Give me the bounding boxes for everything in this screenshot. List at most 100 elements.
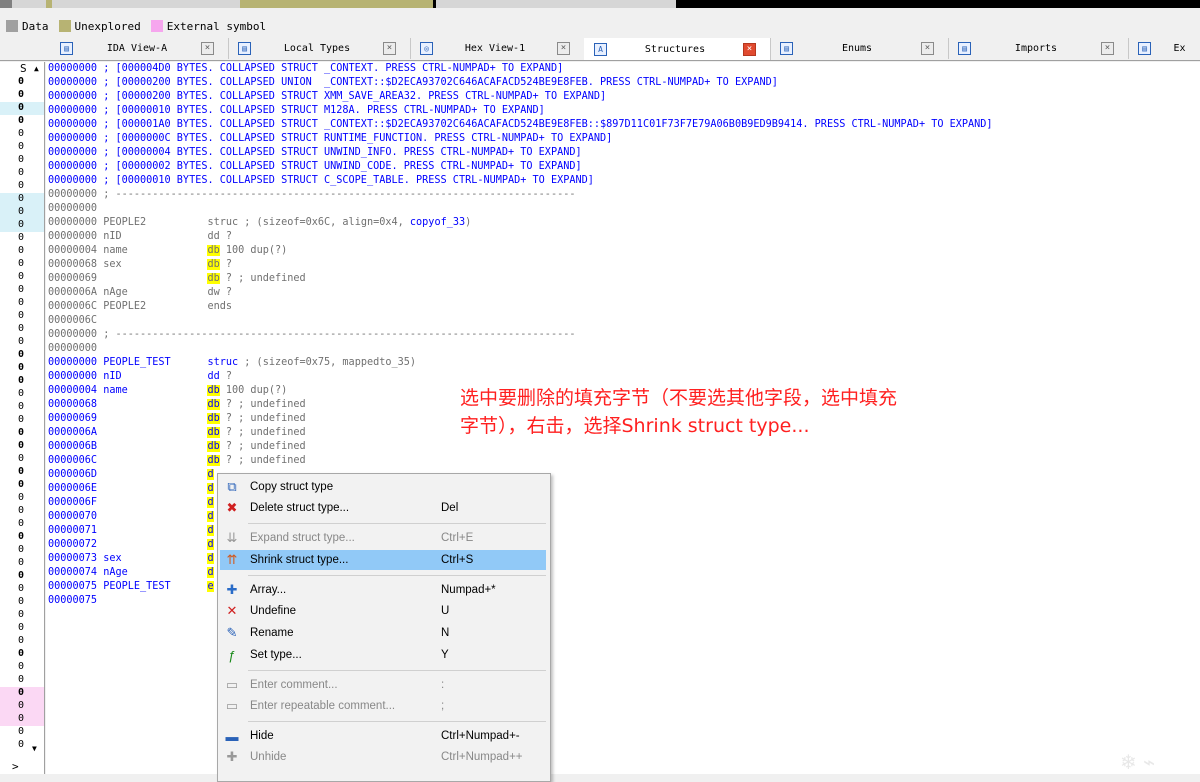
struct-member-line[interactable]: 00000004 name db 100 dup(?) [48,244,287,258]
struct-member-line[interactable]: 00000068 db ? ; undefined [48,398,306,412]
struct-member-line[interactable]: 00000075 [48,594,207,608]
segment-row[interactable]: 0 [0,115,44,128]
menu-item-rename[interactable]: ✎ Rename N [220,623,546,643]
collapsed-struct-line[interactable]: 00000000 ; [00000200 BYTES. COLLAPSED UN… [48,76,778,90]
segment-row[interactable]: 0 [0,518,44,531]
collapsed-struct-line[interactable]: 00000000 ; [000004D0 BYTES. COLLAPSED ST… [48,62,563,76]
collapsed-struct-line[interactable]: 00000000 ; [00000004 BYTES. COLLAPSED ST… [48,146,582,160]
tab-close-icon[interactable]: × [383,42,396,55]
menu-item-shrink-struct-type[interactable]: ⇈ Shrink struct type... Ctrl+S [220,550,546,570]
segment-row[interactable]: 0 [0,713,44,726]
menu-item-array[interactable]: ✚ Array... Numpad+* [220,580,546,600]
struct-member-line[interactable]: 00000073 sex d [48,552,214,566]
segment-row[interactable]: 0 [0,323,44,336]
segments-panel[interactable]: S 00000000000000000000000000000000000000… [0,62,45,774]
collapsed-struct-line[interactable]: 00000000 ; [00000200 BYTES. COLLAPSED ST… [48,90,606,104]
segment-row[interactable]: 0 [0,440,44,453]
segment-row[interactable]: 0 [0,284,44,297]
menu-item-copy-struct-type[interactable]: ⧉ Copy struct type [220,477,546,497]
menu-item-delete-struct-type[interactable]: ✖ Delete struct type... Del [220,498,546,518]
struct-member-line[interactable]: 0000006C PEOPLE2 ends [48,300,232,314]
segment-row[interactable]: 0 [0,661,44,674]
segment-row[interactable]: 0 [0,466,44,479]
struct-member-line[interactable]: 00000068 sex db ? [48,258,232,272]
segment-row[interactable]: 0 [0,687,44,700]
struct-member-line[interactable]: 00000074 nAge d [48,566,214,580]
segment-row[interactable]: 0 [0,453,44,466]
segment-row[interactable]: 0 [0,297,44,310]
blank-line[interactable]: 00000000 [48,202,97,216]
segment-row[interactable]: 0 [0,388,44,401]
segment-row[interactable]: 0 [0,310,44,323]
struct-member-line[interactable]: 0000006B db ? ; undefined [48,440,306,454]
menu-item-expand-struct-type[interactable]: ⇊ Expand struct type... Ctrl+E [220,528,546,548]
tab-close-icon[interactable]: × [743,42,756,56]
expand-arrow-icon[interactable]: > [12,760,19,773]
struct-member-line[interactable]: 0000006D d [48,468,214,482]
menu-item-enter-comment[interactable]: ▭ Enter comment...: [220,675,546,695]
tab-close-icon[interactable]: × [201,42,214,55]
segment-row[interactable]: 0 [0,167,44,180]
tab-local-types[interactable]: ▤ Local Types × [228,38,411,59]
separator-line[interactable]: 00000000 ; -----------------------------… [48,328,575,342]
struct-member-line[interactable]: 0000006F d [48,496,214,510]
segment-row[interactable]: 0 [0,479,44,492]
segment-row[interactable]: 0 [0,232,44,245]
collapsed-struct-line[interactable]: 00000000 ; [000001A0 BYTES. COLLAPSED ST… [48,118,993,132]
segment-row[interactable]: 0 [0,206,44,219]
struct-member-line[interactable]: 0000006C [48,314,207,328]
collapsed-struct-line[interactable]: 00000000 ; [00000002 BYTES. COLLAPSED ST… [48,160,582,174]
segment-row[interactable]: 0 [0,76,44,89]
menu-item-unhide[interactable]: ✚ Unhide Ctrl+Numpad++ [220,747,546,767]
tab-close-icon[interactable]: × [921,42,934,55]
tab-close-icon[interactable]: × [1101,42,1114,55]
struct-member-line[interactable]: 00000075 PEOPLE_TEST e [48,580,214,594]
segment-row[interactable]: 0 [0,557,44,570]
segment-row[interactable]: 0 [0,726,44,739]
segment-row[interactable]: 0 [0,648,44,661]
struct-member-line[interactable]: 00000069 db ? ; undefined [48,412,306,426]
struct-member-line[interactable]: 0000006E d [48,482,214,496]
segment-row[interactable]: 0 [0,739,44,752]
struct-member-line[interactable]: 00000000 nID dd ? [48,370,232,384]
collapsed-struct-line[interactable]: 00000000 ; [00000010 BYTES. COLLAPSED ST… [48,174,594,188]
segment-row[interactable]: 0 [0,609,44,622]
segment-row[interactable]: 0 [0,531,44,544]
segment-row[interactable]: 0 [0,596,44,609]
struct-member-line[interactable]: 0000006C db ? ; undefined [48,454,306,468]
tab-close-icon[interactable]: × [557,42,570,55]
segment-row[interactable]: 0 [0,700,44,713]
segment-row[interactable]: 0 [0,141,44,154]
struct-member-line[interactable]: 00000072 d [48,538,214,552]
segment-row[interactable]: 0 [0,89,44,102]
segment-row[interactable]: 0 [0,336,44,349]
tab-ida-view-a[interactable]: ▤ IDA View-A × [50,38,229,59]
tab-hex-view-1[interactable]: ◎ Hex View-1 × [410,38,585,59]
menu-item-enter-repeatable-comment[interactable]: ▭ Enter repeatable comment...; [220,696,546,716]
segment-row[interactable]: 0 [0,258,44,271]
scroll-up-icon[interactable]: ▲ [34,64,39,73]
scroll-down-icon[interactable]: ▼ [32,744,37,753]
struct-member-line[interactable]: 00000000 PEOPLE_TEST struc ; (sizeof=0x7… [48,356,416,370]
segment-row[interactable]: 0 [0,193,44,206]
tab-imports[interactable]: ▤ Imports × [948,38,1129,59]
struct-member-line[interactable]: 0000006A db ? ; undefined [48,426,306,440]
segment-row[interactable]: 0 [0,102,44,115]
segment-row[interactable]: 0 [0,219,44,232]
navigation-band[interactable] [0,0,1200,8]
segment-row[interactable]: 0 [0,544,44,557]
menu-item-set-type[interactable]: ƒ Set type... Y [220,645,546,665]
separator-line[interactable]: 00000000 ; -----------------------------… [48,188,575,202]
segment-row[interactable]: 0 [0,492,44,505]
segment-row[interactable]: 0 [0,635,44,648]
struct-member-line[interactable]: 00000069 db ? ; undefined [48,272,306,286]
tab-ex[interactable]: ▤ Ex [1128,38,1200,59]
segment-row[interactable]: 0 [0,583,44,596]
segment-row[interactable]: 0 [0,349,44,362]
struct-member-line[interactable]: 00000004 name db 100 dup(?) [48,384,287,398]
struct-member-line[interactable]: 00000000 nID dd ? [48,230,232,244]
segment-row[interactable]: 0 [0,245,44,258]
tab-enums[interactable]: ▤ Enums × [770,38,949,59]
collapsed-struct-line[interactable]: 00000000 ; [0000000C BYTES. COLLAPSED ST… [48,132,612,146]
tab-structures[interactable]: A Structures × [584,38,771,60]
